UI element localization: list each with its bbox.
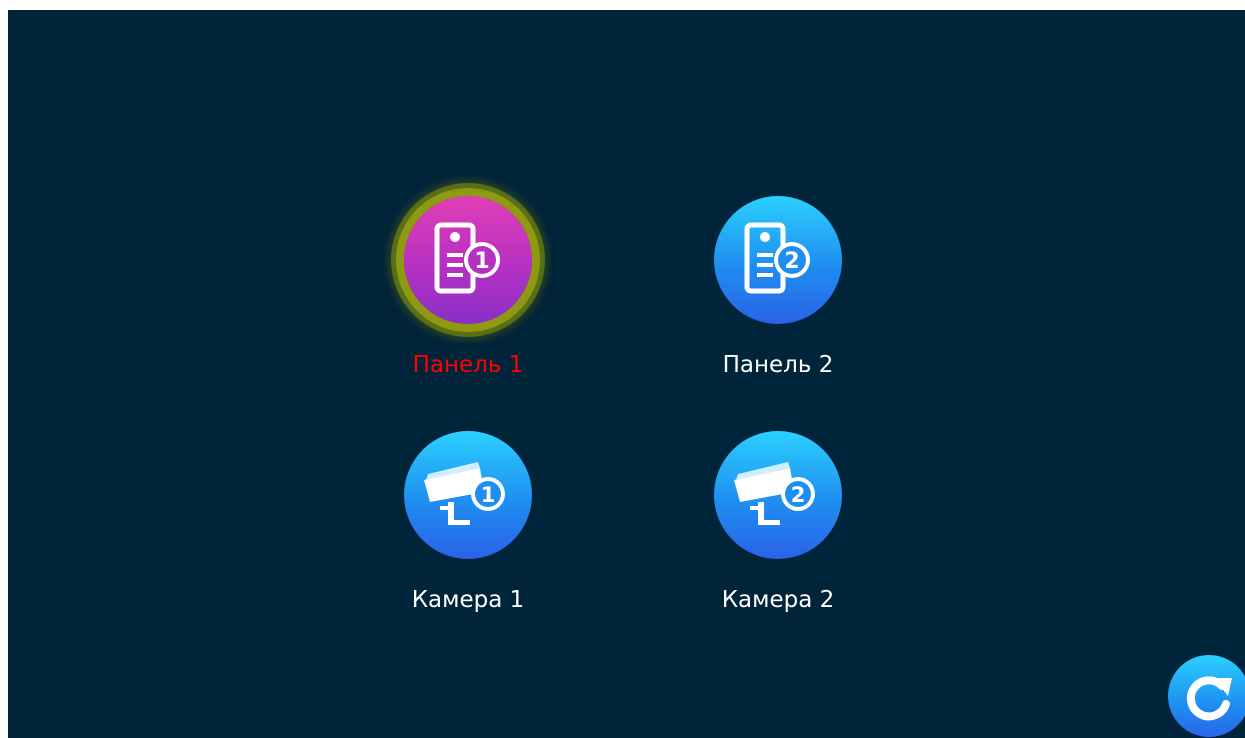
- refresh-icon: [1186, 676, 1232, 721]
- door-panel-1-icon: 1: [404, 196, 532, 324]
- camera-2-label: Камера 2: [721, 587, 835, 613]
- panel-1-label: Панель 1: [412, 352, 524, 378]
- screen: 1 Панель 1 2 Панель 2 1 Камера 1 2 Камер…: [8, 10, 1245, 738]
- camera-1-label: Камера 1: [411, 587, 525, 613]
- panel-1-tile[interactable]: 1 Панель 1: [368, 196, 568, 406]
- panel-1-badge: 1: [474, 249, 489, 274]
- panel-2-badge: 2: [784, 249, 799, 274]
- panel-2-label: Панель 2: [722, 352, 834, 378]
- camera-2-icon: 2: [714, 431, 842, 559]
- panel-2-tile[interactable]: 2 Панель 2: [678, 196, 878, 406]
- camera-1-badge: 1: [481, 483, 496, 507]
- camera-2-tile[interactable]: 2 Камера 2: [678, 431, 878, 641]
- refresh-button[interactable]: [1168, 655, 1245, 737]
- camera-1-icon: 1: [404, 431, 532, 559]
- door-panel-2-icon: 2: [714, 196, 842, 324]
- camera-2-badge: 2: [791, 483, 806, 507]
- camera-1-tile[interactable]: 1 Камера 1: [368, 431, 568, 641]
